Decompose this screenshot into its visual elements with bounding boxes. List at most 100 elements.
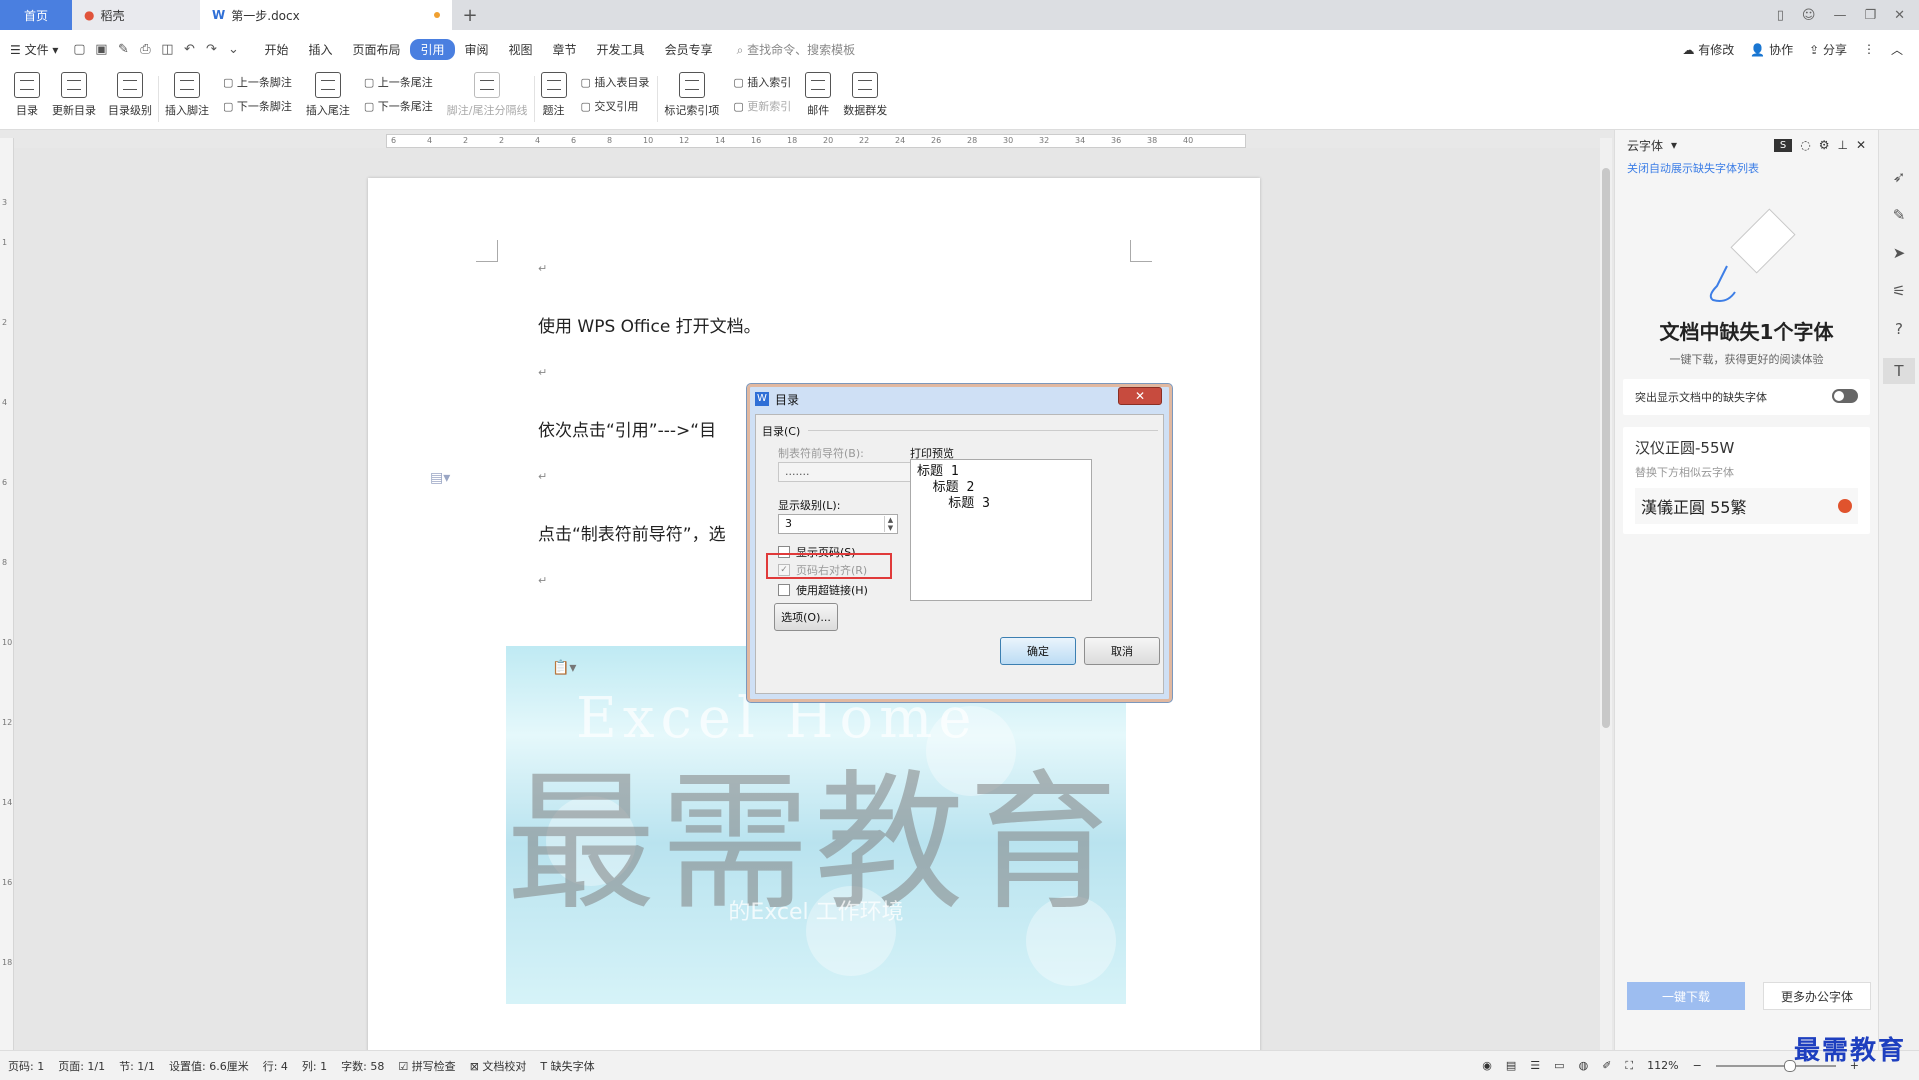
outline-view-icon[interactable]: ☰ <box>1530 1059 1540 1072</box>
menu-tab-insert[interactable]: 插入 <box>298 41 342 58</box>
dropdown-icon[interactable]: ▾ <box>1671 138 1677 152</box>
cursor-icon[interactable]: ➤ <box>1893 244 1906 262</box>
paragraph-2[interactable]: 依次点击“引用”--->“目 <box>538 416 716 441</box>
layout-icon[interactable]: ▯ <box>1777 8 1784 23</box>
mail-merge-button[interactable]: 数据群发 <box>837 68 893 118</box>
print-icon[interactable]: ⎙ <box>134 42 156 57</box>
web-view-icon[interactable]: ◍ <box>1579 1059 1589 1072</box>
download-all-button[interactable]: 一键下载 <box>1627 982 1745 1010</box>
more-options-icon[interactable]: ⋮ <box>1863 42 1875 56</box>
paste-options-icon[interactable]: 📋▾ <box>552 660 576 676</box>
status-page[interactable]: 页码: 1 <box>8 1058 44 1074</box>
paragraph-3[interactable]: 点击“制表符前导符”，选 <box>538 520 726 545</box>
file-menu[interactable]: ☰ 文件 ▾ <box>0 41 68 58</box>
insert-footnote-button[interactable]: 插入脚注 <box>159 68 215 118</box>
prev-endnote-button[interactable]: 上一条尾注 <box>364 74 433 90</box>
status-pages[interactable]: 页面: 1/1 <box>58 1058 105 1074</box>
font-icon[interactable]: T <box>1883 358 1915 384</box>
horizontal-ruler[interactable]: 642 246 8 10 12 14 16 18 20 22 24 26 28 30 32 34 3… <box>386 134 1246 148</box>
leader-select[interactable]: ....... ▼ <box>778 462 928 482</box>
status-row[interactable]: 行: 4 <box>263 1058 288 1074</box>
avatar[interactable]: ☺ <box>1802 8 1816 23</box>
more-fonts-button[interactable]: 更多办公字体 <box>1763 982 1871 1010</box>
proofread-button[interactable]: ⊠ 文档校对 <box>470 1058 527 1074</box>
adjust-icon[interactable]: ⚟ <box>1892 282 1905 300</box>
close-auto-show-link[interactable]: 关闭自动展示缺失字体列表 <box>1615 160 1878 176</box>
fit-page-icon[interactable]: ⛶ <box>1625 1059 1633 1073</box>
format-painter-icon[interactable]: ✎ <box>112 42 134 57</box>
missing-font-button[interactable]: T 缺失字体 <box>540 1058 594 1074</box>
cross-ref-button[interactable]: 交叉引用 <box>581 98 650 114</box>
right-align-checkbox[interactable]: ✓ 页码右对齐(R) <box>778 562 867 578</box>
rocket-icon[interactable]: ➶ <box>1893 168 1906 186</box>
menu-tab-section[interactable]: 章节 <box>543 41 587 58</box>
collapse-ribbon-icon[interactable]: ︿ <box>1891 41 1903 58</box>
command-search[interactable]: ⌕ 查找命令、搜索模板 <box>737 41 856 58</box>
settings-icon[interactable]: ⚙ <box>1819 138 1830 152</box>
paragraph-1[interactable]: 使用 WPS Office 打开文档。 <box>538 312 761 337</box>
print-preview-icon[interactable]: ◫ <box>156 42 178 57</box>
save-icon[interactable]: ▣ <box>90 42 112 57</box>
prev-footnote-button[interactable]: 上一条脚注 <box>223 74 292 90</box>
zoom-out-icon[interactable]: − <box>1693 1059 1702 1072</box>
eye-protection-icon[interactable]: ◉ <box>1482 1059 1492 1072</box>
menu-tab-layout[interactable]: 页面布局 <box>342 41 410 58</box>
menu-tab-member[interactable]: 会员专享 <box>655 41 723 58</box>
reading-view-icon[interactable]: ▭ <box>1554 1059 1564 1072</box>
collab-button[interactable]: 👤 协作 <box>1750 41 1793 58</box>
next-footnote-button[interactable]: 下一条脚注 <box>223 98 292 114</box>
update-toc-button[interactable]: 更新目录 <box>46 68 102 118</box>
menu-tab-developer[interactable]: 开发工具 <box>587 41 655 58</box>
redo-icon[interactable]: ↷ <box>200 42 222 57</box>
undo-icon[interactable]: ↶ <box>178 42 200 57</box>
minimize-icon[interactable]: — <box>1833 8 1846 23</box>
annotate-icon[interactable]: ✐ <box>1602 1059 1611 1072</box>
menu-tab-start[interactable]: 开始 <box>254 41 298 58</box>
insert-endnote-button[interactable]: 插入尾注 <box>300 68 356 118</box>
scrollbar-thumb[interactable] <box>1602 168 1610 728</box>
restore-icon[interactable]: ❐ <box>1864 8 1876 23</box>
options-button[interactable]: 选项(O)... <box>774 603 838 631</box>
help-icon[interactable]: ? <box>1895 320 1903 338</box>
mark-index-button[interactable]: 标记索引项 <box>658 68 725 118</box>
status-setting[interactable]: 设置值: 6.6厘米 <box>169 1058 249 1074</box>
menu-tab-references[interactable]: 引用 <box>410 38 455 60</box>
highlight-toggle[interactable] <box>1832 389 1858 403</box>
status-words[interactable]: 字数: 58 <box>341 1058 384 1074</box>
note-separator-button[interactable]: 脚注/尾注分隔线 <box>441 68 534 118</box>
pin-icon[interactable]: ⊥ <box>1837 138 1847 152</box>
chat-icon[interactable]: ◌ <box>1800 138 1810 152</box>
menu-tab-review[interactable]: 审阅 <box>455 41 499 58</box>
panel-close-icon[interactable]: ✕ <box>1856 138 1866 152</box>
close-icon[interactable]: ✕ <box>1894 8 1905 23</box>
share-button[interactable]: ⇪ 分享 <box>1809 41 1847 58</box>
cancel-button[interactable]: 取消 <box>1084 637 1160 665</box>
document-outline-icon[interactable]: ▤▾ <box>430 470 450 486</box>
toc-button[interactable]: 目录 <box>8 68 46 118</box>
alternative-font-item[interactable]: 漢儀正圓 55繁 <box>1635 488 1858 524</box>
tab-document[interactable]: W 第一步.docx <box>200 0 452 30</box>
status-col[interactable]: 列: 1 <box>302 1058 327 1074</box>
vertical-scrollbar[interactable] <box>1600 138 1612 1050</box>
zoom-value[interactable]: 112% <box>1647 1059 1678 1072</box>
pen-icon[interactable]: ✎ <box>1893 206 1906 224</box>
status-section[interactable]: 节: 1/1 <box>119 1058 155 1074</box>
modify-button[interactable]: ☁ 有修改 <box>1682 41 1734 58</box>
new-tab-button[interactable]: + <box>452 0 488 30</box>
next-endnote-button[interactable]: 下一条尾注 <box>364 98 433 114</box>
caption-button[interactable]: 题注 <box>535 68 573 118</box>
cloud-font-header[interactable]: 云字体 <box>1627 137 1663 154</box>
mail-button[interactable]: 邮件 <box>799 68 837 118</box>
more-icon[interactable]: ⌄ <box>222 42 244 57</box>
new-doc-icon[interactable]: ▢ <box>68 42 90 57</box>
dialog-close-button[interactable]: ✕ <box>1118 387 1162 405</box>
vertical-ruler[interactable]: 31 24 68 10 12 14 16 18 <box>0 138 14 1050</box>
ok-button[interactable]: 确定 <box>1000 637 1076 665</box>
toc-level-button[interactable]: 目录级别 <box>102 68 158 118</box>
tab-daoke[interactable]: ● 稻壳 <box>72 0 200 30</box>
insert-table-toc-button[interactable]: 插入表目录 <box>581 74 649 90</box>
insert-index-button[interactable]: 插入索引 <box>733 74 791 90</box>
spell-check-button[interactable]: ☑ 拼写检查 <box>398 1058 455 1074</box>
sogou-input-icon[interactable]: S <box>1773 138 1793 152</box>
update-index-button[interactable]: 更新索引 <box>733 98 791 114</box>
